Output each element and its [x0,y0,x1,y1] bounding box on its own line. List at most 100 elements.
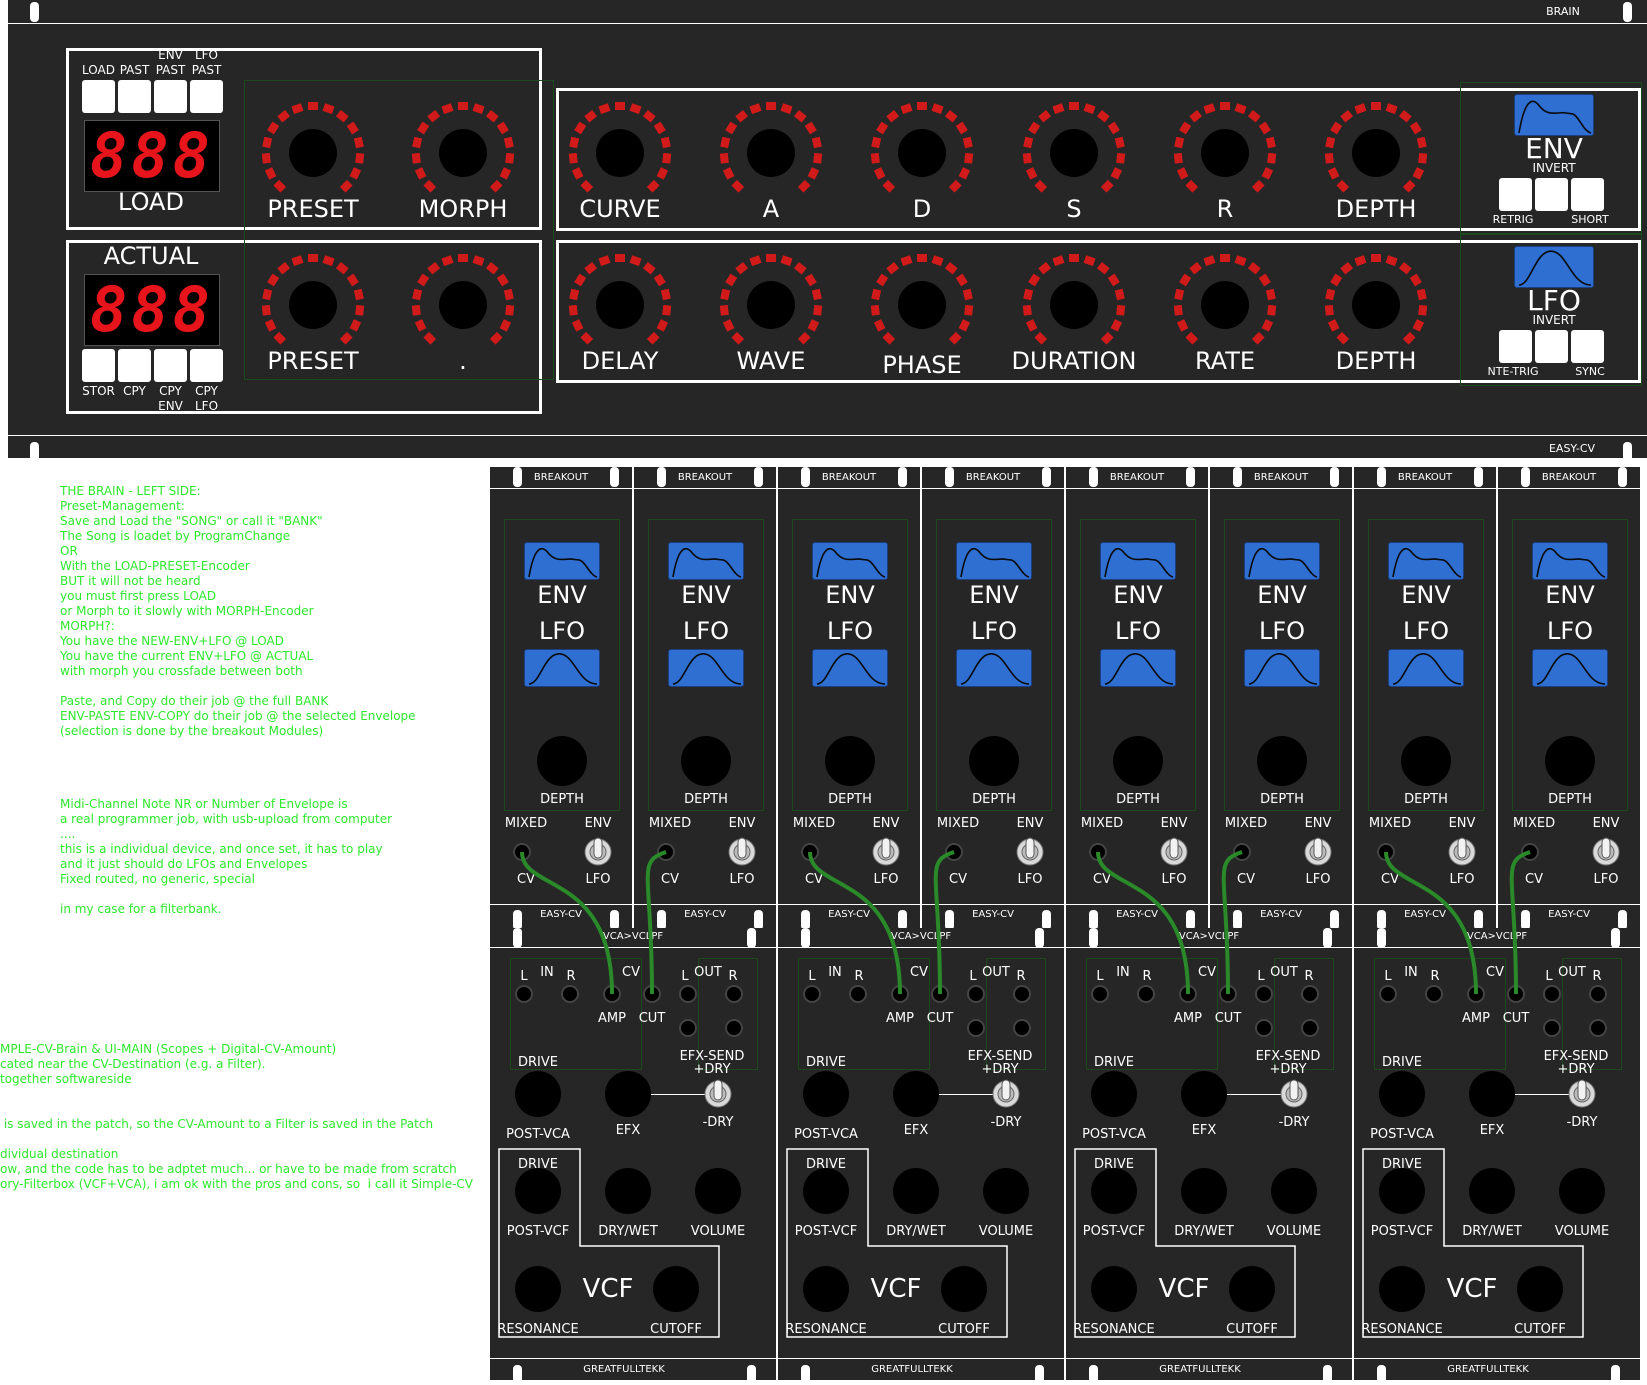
breakout-env-lfo-toggle[interactable] [1015,835,1045,869]
vcf-drive-knob[interactable] [515,1168,561,1214]
actual-button-4[interactable] [190,349,223,382]
lfo-switch-1[interactable] [1499,330,1532,363]
vca-out-r-jack[interactable] [725,985,743,1003]
vca-cut-jack[interactable] [643,985,661,1003]
vca-drive-knob[interactable] [1379,1071,1425,1117]
breakout-env-lfo-toggle[interactable] [1591,835,1621,869]
vcf-resonance-knob[interactable] [515,1266,561,1312]
lfo-5-knob[interactable] [1201,281,1249,329]
vca-dry-toggle[interactable] [1279,1077,1309,1111]
vcf-cutoff-knob[interactable] [653,1266,699,1312]
lfo-1-knob[interactable] [596,281,644,329]
vca-dry-toggle[interactable] [703,1077,733,1111]
vca-in-l-jack[interactable] [1091,985,1109,1003]
vca-in-l-jack[interactable] [515,985,533,1003]
breakout-depth-knob[interactable] [1401,736,1451,786]
vca-drive-knob[interactable] [803,1071,849,1117]
vcf-cutoff-knob[interactable] [941,1266,987,1312]
vcf-drive-knob[interactable] [1379,1168,1425,1214]
vca-efx-l-jack[interactable] [679,1019,697,1037]
vca-in-l-jack[interactable] [803,985,821,1003]
env-switch-2[interactable] [1535,178,1568,211]
breakout-depth-knob[interactable] [825,736,875,786]
vca-in-l-jack[interactable] [1379,985,1397,1003]
vcf-cutoff-knob[interactable] [1229,1266,1275,1312]
vca-dry-toggle[interactable] [991,1077,1021,1111]
vcf-volume-knob[interactable] [1559,1168,1605,1214]
vca-out-l-jack[interactable] [679,985,697,1003]
env-5-knob[interactable] [1201,129,1249,177]
actual-button-2[interactable] [118,349,151,382]
lfo-3-knob[interactable] [898,281,946,329]
actual-button-1[interactable] [82,349,115,382]
env-switch-1[interactable] [1499,178,1532,211]
vca-out-l-jack[interactable] [967,985,985,1003]
breakout-env-lfo-toggle[interactable] [1159,835,1189,869]
env-2-knob[interactable] [747,129,795,177]
breakout-depth-knob[interactable] [1257,736,1307,786]
breakout-env-lfo-toggle[interactable] [727,835,757,869]
vcf-volume-knob[interactable] [983,1168,1029,1214]
vcf-drywet-knob[interactable] [1181,1168,1227,1214]
breakout-env-lfo-toggle[interactable] [871,835,901,869]
env-1-knob[interactable] [596,129,644,177]
vca-cut-jack[interactable] [931,985,949,1003]
vca-cut-jack[interactable] [1219,985,1237,1003]
breakout-mixed-cv-jack[interactable] [1233,843,1251,861]
vca-efx-l-jack[interactable] [1543,1019,1561,1037]
breakout-depth-knob[interactable] [1545,736,1595,786]
breakout-mixed-cv-jack[interactable] [1377,843,1395,861]
breakout-depth-knob[interactable] [969,736,1019,786]
vca-out-l-jack[interactable] [1543,985,1561,1003]
load-button-3[interactable] [154,80,187,113]
lfo-switch-2[interactable] [1535,330,1568,363]
vca-out-r-jack[interactable] [1589,985,1607,1003]
vca-out-r-jack[interactable] [1013,985,1031,1003]
breakout-env-lfo-toggle[interactable] [1303,835,1333,869]
breakout-depth-knob[interactable] [537,736,587,786]
env-3-knob[interactable] [898,129,946,177]
lfo-4-knob[interactable] [1050,281,1098,329]
vca-out-l-jack[interactable] [1255,985,1273,1003]
load-button-2[interactable] [118,80,151,113]
vca-efx-r-jack[interactable] [1301,1019,1319,1037]
vca-in-r-jack[interactable] [561,985,579,1003]
vca-amp-jack[interactable] [1179,985,1197,1003]
lfo-2-knob[interactable] [747,281,795,329]
lfo-6-knob[interactable] [1352,281,1400,329]
load-button-1[interactable] [82,80,115,113]
vca-efx-knob[interactable] [893,1071,939,1117]
vca-amp-jack[interactable] [603,985,621,1003]
vcf-resonance-knob[interactable] [1379,1266,1425,1312]
env-switch-3[interactable] [1571,178,1604,211]
vcf-drywet-knob[interactable] [893,1168,939,1214]
vca-efx-r-jack[interactable] [725,1019,743,1037]
vca-amp-jack[interactable] [1467,985,1485,1003]
actual-button-3[interactable] [154,349,187,382]
env-6-knob[interactable] [1352,129,1400,177]
breakout-mixed-cv-jack[interactable] [1521,843,1539,861]
vcf-drywet-knob[interactable] [1469,1168,1515,1214]
vca-amp-jack[interactable] [891,985,909,1003]
vca-drive-knob[interactable] [1091,1071,1137,1117]
vca-in-r-jack[interactable] [1137,985,1155,1003]
breakout-depth-knob[interactable] [1113,736,1163,786]
vca-efx-l-jack[interactable] [967,1019,985,1037]
breakout-env-lfo-toggle[interactable] [583,835,613,869]
vca-efx-r-jack[interactable] [1589,1019,1607,1037]
breakout-depth-knob[interactable] [681,736,731,786]
preset-bottom-knob[interactable] [289,281,337,329]
vca-cut-jack[interactable] [1507,985,1525,1003]
vca-efx-knob[interactable] [1469,1071,1515,1117]
morph-knob[interactable] [439,129,487,177]
vcf-drive-knob[interactable] [803,1168,849,1214]
breakout-mixed-cv-jack[interactable] [801,843,819,861]
vcf-drywet-knob[interactable] [605,1168,651,1214]
load-button-4[interactable] [190,80,223,113]
vca-efx-knob[interactable] [605,1071,651,1117]
vca-dry-toggle[interactable] [1567,1077,1597,1111]
vca-efx-r-jack[interactable] [1013,1019,1031,1037]
vca-in-r-jack[interactable] [849,985,867,1003]
breakout-env-lfo-toggle[interactable] [1447,835,1477,869]
vcf-resonance-knob[interactable] [803,1266,849,1312]
